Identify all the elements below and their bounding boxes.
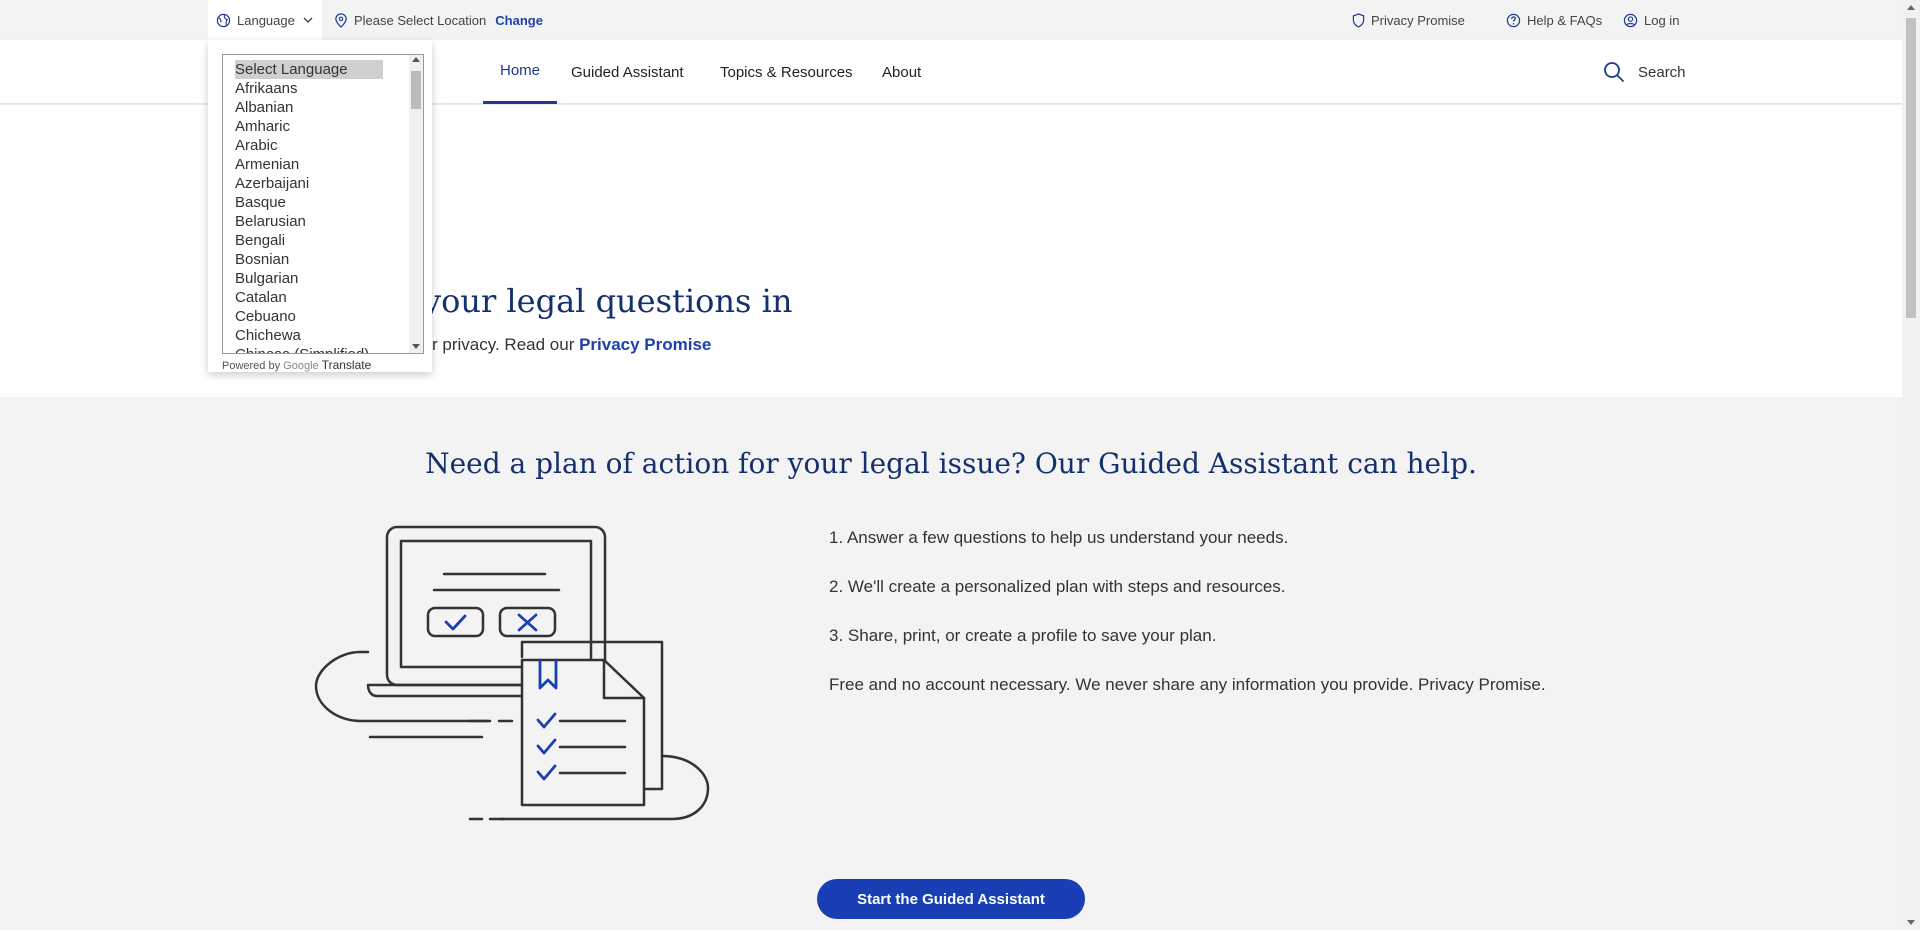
- scroll-up-icon[interactable]: [412, 57, 420, 62]
- privacy-promise-label: Privacy Promise: [1371, 12, 1465, 28]
- login-label: Log in: [1644, 12, 1680, 28]
- language-option-selected[interactable]: Select Language: [235, 60, 383, 79]
- language-label: Language: [237, 12, 295, 28]
- user-circle-icon: [1623, 13, 1638, 27]
- language-option[interactable]: Arabic: [223, 136, 423, 155]
- language-option[interactable]: Armenian: [223, 155, 423, 174]
- change-location-link[interactable]: Change: [495, 13, 543, 28]
- location-label: Please Select Location: [354, 12, 487, 28]
- help-faqs-label: Help & FAQs: [1527, 12, 1603, 28]
- nav-home[interactable]: Home: [483, 40, 557, 104]
- language-option[interactable]: Bosnian: [223, 250, 423, 269]
- language-option[interactable]: Belarusian: [223, 212, 423, 231]
- language-option[interactable]: Catalan: [223, 288, 423, 307]
- globe-icon: [216, 13, 231, 27]
- language-option[interactable]: Azerbaijani: [223, 174, 423, 193]
- guided-step-2: 2. We'll create a personalized plan with…: [829, 577, 1286, 596]
- scroll-down-icon[interactable]: [412, 344, 420, 349]
- google-logo: Google: [283, 360, 319, 372]
- page-scroll-up-icon[interactable]: [1907, 5, 1915, 10]
- search-button[interactable]: Search: [1602, 40, 1686, 104]
- guided-section-title: Need a plan of action for your legal iss…: [425, 447, 1477, 480]
- search-icon: [1604, 62, 1625, 83]
- help-faqs-link[interactable]: Help & FAQs: [1506, 0, 1602, 40]
- hero-heading: your legal questions in: [423, 282, 793, 320]
- language-option[interactable]: Cebuano: [223, 307, 423, 326]
- location-pin-icon: [335, 12, 347, 28]
- guided-step-1: 1. Answer a few questions to help us und…: [829, 528, 1289, 547]
- language-option[interactable]: Bulgarian: [223, 269, 423, 288]
- page-scrollbar[interactable]: [1902, 0, 1920, 930]
- login-link[interactable]: Log in: [1623, 0, 1679, 40]
- language-select-list[interactable]: Select Language Afrikaans Albanian Amhar…: [222, 54, 424, 354]
- language-option[interactable]: Albanian: [223, 98, 423, 117]
- question-circle-icon: [1506, 13, 1521, 27]
- language-option[interactable]: Afrikaans: [223, 79, 423, 98]
- language-option[interactable]: Chichewa: [223, 326, 423, 345]
- nav-about[interactable]: About: [882, 40, 921, 104]
- language-option[interactable]: Basque: [223, 193, 423, 212]
- guided-note: Free and no account necessary. We never …: [829, 675, 1546, 694]
- language-dropdown-panel: Select Language Afrikaans Albanian Amhar…: [208, 40, 432, 372]
- page-scroll-thumb[interactable]: [1906, 18, 1916, 318]
- nav-guided-assistant[interactable]: Guided Assistant: [571, 40, 684, 104]
- hero-privacy-link[interactable]: Privacy Promise: [579, 335, 711, 354]
- language-list-scrollbar[interactable]: [409, 55, 423, 353]
- search-label: Search: [1638, 63, 1686, 81]
- guided-steps-list: 1. Answer a few questions to help us und…: [829, 528, 1629, 724]
- utility-bar: Language Please Select Location Change P…: [0, 0, 1902, 40]
- start-guided-assistant-button[interactable]: Start the Guided Assistant: [817, 879, 1085, 919]
- page-scroll-down-icon[interactable]: [1907, 920, 1915, 925]
- guided-step-3: 3. Share, print, or create a profile to …: [829, 626, 1217, 645]
- language-option[interactable]: Chinese (Simplified): [223, 345, 423, 353]
- scroll-thumb[interactable]: [411, 71, 421, 109]
- hero-subtext-visible: r privacy. Read our: [432, 335, 580, 354]
- guided-assistant-illustration: [314, 525, 710, 821]
- nav-topics-resources[interactable]: Topics & Resources: [720, 40, 853, 104]
- shield-icon: [1352, 12, 1365, 28]
- location-selector: Please Select Location Change: [334, 0, 543, 40]
- language-toggle[interactable]: Language: [208, 0, 322, 40]
- hero-subtext: r privacy. Read our Privacy Promise: [432, 335, 711, 355]
- language-option[interactable]: Bengali: [223, 231, 423, 250]
- powered-by-label: Powered by: [222, 360, 281, 372]
- privacy-promise-link[interactable]: Privacy Promise: [1352, 0, 1465, 40]
- translate-label: Translate: [321, 358, 372, 372]
- chevron-down-icon: [303, 17, 313, 23]
- powered-by-google-translate[interactable]: Powered by Google Translate: [222, 358, 371, 372]
- language-option[interactable]: Amharic: [223, 117, 423, 136]
